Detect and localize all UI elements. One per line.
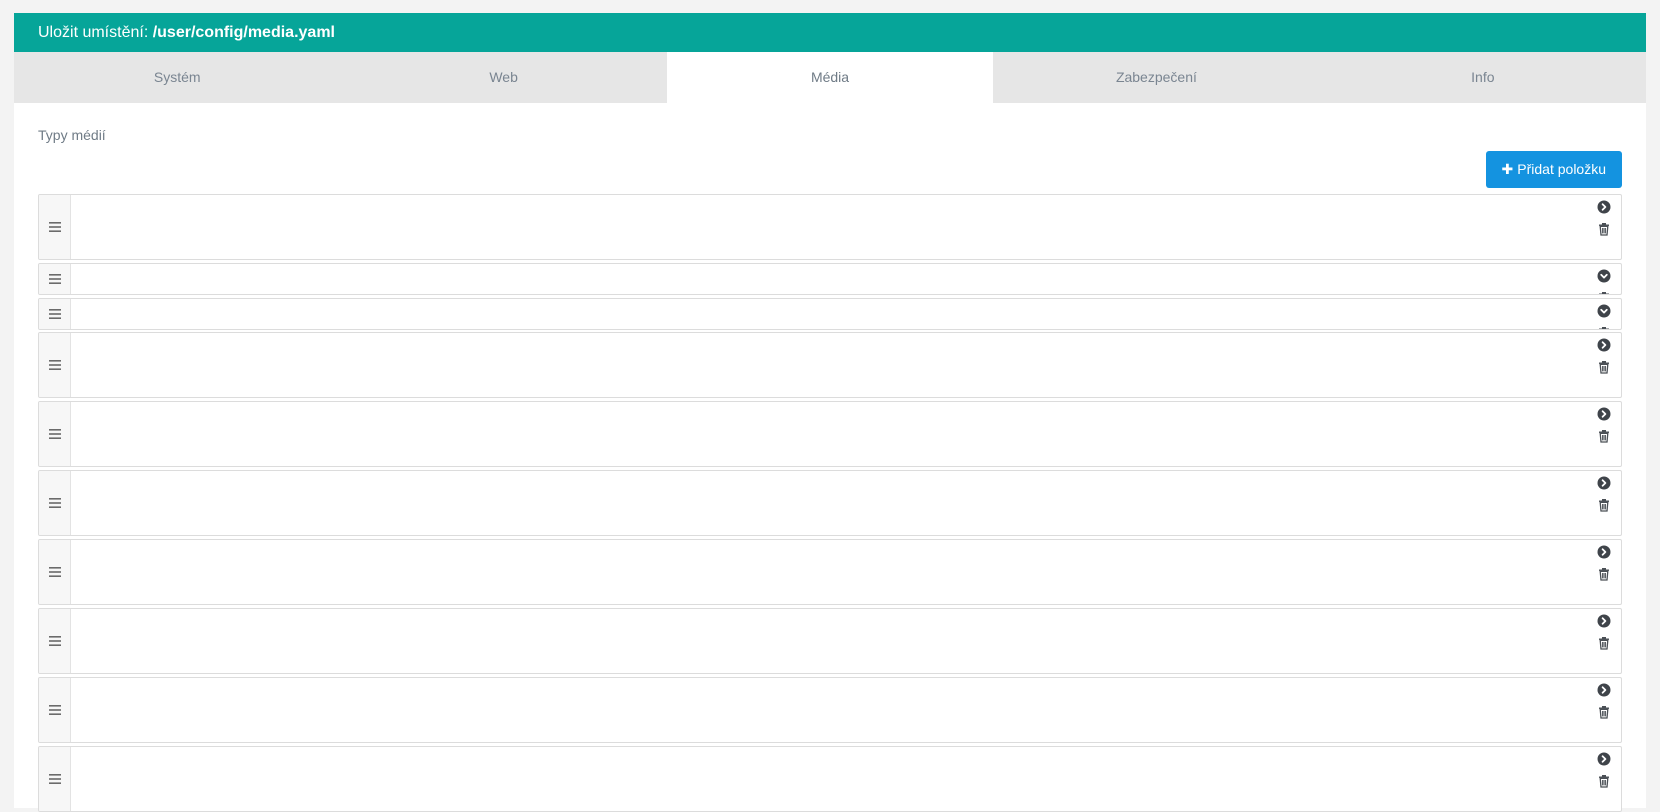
chevron-down-circle-icon[interactable] — [1597, 304, 1611, 318]
trash-icon[interactable] — [1597, 636, 1611, 650]
trash-icon[interactable] — [1597, 291, 1611, 294]
list-item-actions — [1597, 200, 1613, 244]
list-item-body — [71, 609, 1589, 673]
trash-icon[interactable] — [1597, 705, 1611, 719]
chevron-right-circle-icon[interactable] — [1597, 683, 1611, 697]
chevron-down-circle-icon[interactable] — [1597, 269, 1611, 283]
list-item — [38, 194, 1622, 260]
list-item — [38, 608, 1622, 674]
trash-icon[interactable] — [1597, 567, 1611, 581]
drag-handle-icon[interactable] — [39, 540, 71, 604]
list-item-body — [71, 264, 1589, 294]
tab-media[interactable]: Média — [666, 52, 994, 103]
list-item — [38, 470, 1622, 536]
chevron-right-circle-icon[interactable] — [1597, 338, 1611, 352]
list-item-actions — [1597, 683, 1613, 727]
list-item — [38, 298, 1622, 330]
trash-icon[interactable] — [1597, 326, 1611, 329]
list-item-body — [71, 333, 1589, 397]
plus-icon: ✚ — [1501, 161, 1514, 177]
section-label: Typy médií — [38, 127, 106, 143]
list-item-body — [71, 299, 1589, 329]
chevron-right-circle-icon[interactable] — [1597, 407, 1611, 421]
list-item — [38, 677, 1622, 743]
drag-handle-icon[interactable] — [39, 747, 71, 811]
drag-handle-icon[interactable] — [39, 333, 71, 397]
list-item-body — [71, 471, 1589, 535]
drag-handle-icon[interactable] — [39, 299, 71, 329]
trash-icon[interactable] — [1597, 498, 1611, 512]
list-item-actions — [1597, 269, 1613, 294]
tab-security[interactable]: Zabezpečení — [993, 52, 1319, 103]
trash-icon[interactable] — [1597, 774, 1611, 788]
list-item — [38, 746, 1622, 812]
list-item-actions — [1597, 752, 1613, 796]
drag-handle-icon[interactable] — [39, 264, 71, 294]
list-item-body — [71, 678, 1589, 742]
list-item — [38, 539, 1622, 605]
drag-handle-icon[interactable] — [39, 195, 71, 259]
config-tabs: Systém Web Média Zabezpečení Info — [14, 52, 1646, 103]
chevron-right-circle-icon[interactable] — [1597, 614, 1611, 628]
drag-handle-icon[interactable] — [39, 678, 71, 742]
list-item-actions — [1597, 407, 1613, 451]
list-item-actions — [1597, 304, 1613, 329]
tab-web[interactable]: Web — [340, 52, 666, 103]
chevron-right-circle-icon[interactable] — [1597, 200, 1611, 214]
drag-handle-icon[interactable] — [39, 471, 71, 535]
chevron-right-circle-icon[interactable] — [1597, 476, 1611, 490]
drag-handle-icon[interactable] — [39, 609, 71, 673]
list-item-actions — [1597, 614, 1613, 658]
list-item-body — [71, 402, 1589, 466]
trash-icon[interactable] — [1597, 429, 1611, 443]
tab-system[interactable]: Systém — [14, 52, 340, 103]
list-item — [38, 263, 1622, 295]
save-location-prefix: Uložit umístění: — [38, 24, 153, 41]
list-item-body — [71, 540, 1589, 604]
config-panel: Uložit umístění: /user/config/media.yaml… — [14, 13, 1646, 812]
drag-handle-icon[interactable] — [39, 402, 71, 466]
list-item — [38, 401, 1622, 467]
save-location-bar: Uložit umístění: /user/config/media.yaml — [14, 13, 1646, 52]
list-item-body — [71, 195, 1589, 259]
add-item-label: Přidat položku — [1517, 161, 1606, 177]
trash-icon[interactable] — [1597, 360, 1611, 374]
tab-info[interactable]: Info — [1320, 52, 1646, 103]
list-item-actions — [1597, 545, 1613, 589]
list-item — [38, 332, 1622, 398]
list-item-body — [71, 747, 1589, 811]
add-item-button[interactable]: ✚ Přidat položku — [1485, 151, 1622, 188]
chevron-right-circle-icon[interactable] — [1597, 545, 1611, 559]
list-item-actions — [1597, 476, 1613, 520]
chevron-right-circle-icon[interactable] — [1597, 752, 1611, 766]
save-location-path: /user/config/media.yaml — [152, 24, 335, 41]
trash-icon[interactable] — [1597, 222, 1611, 236]
list-item-actions — [1597, 338, 1613, 382]
